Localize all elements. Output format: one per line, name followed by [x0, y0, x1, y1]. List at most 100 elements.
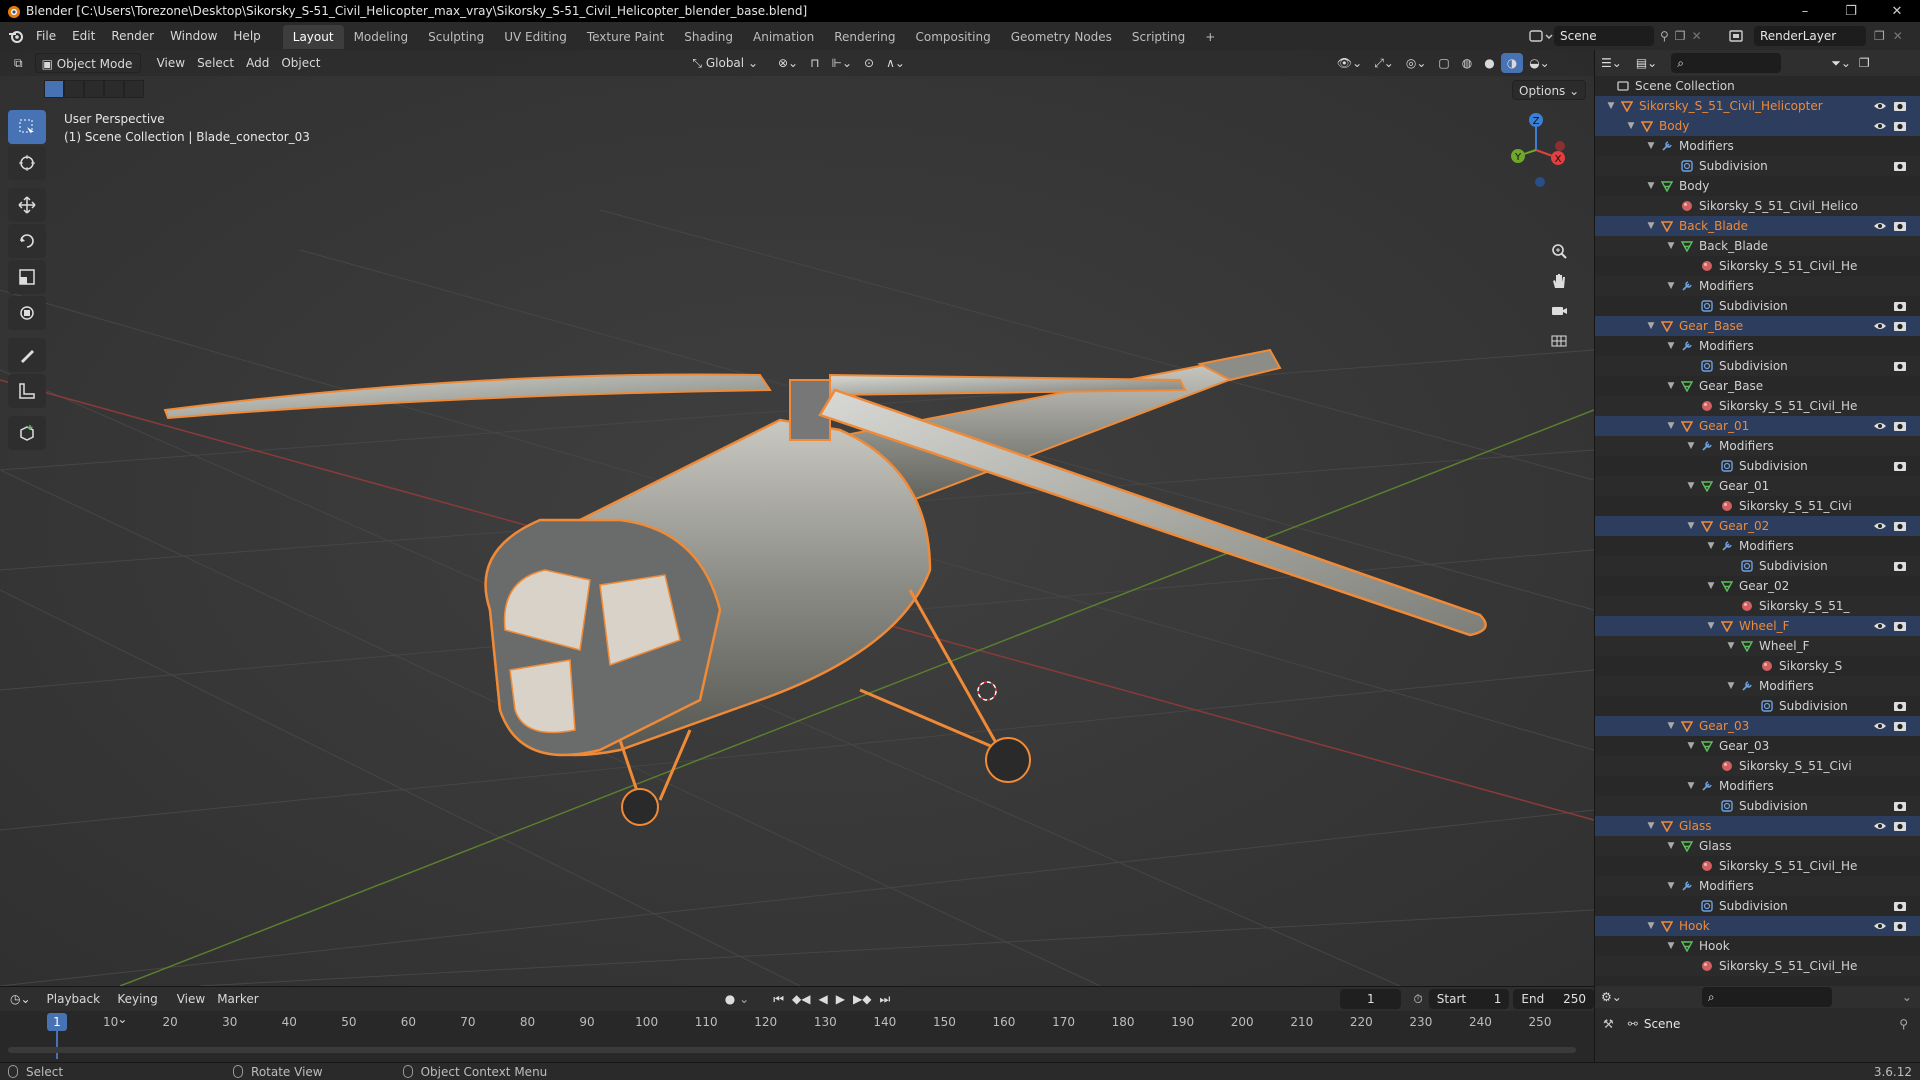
- gizmo-neg-z-icon[interactable]: [1535, 177, 1545, 187]
- pin-icon[interactable]: ⚲: [1899, 1017, 1908, 1031]
- outliner-row[interactable]: ▼ Gear_02: [1595, 516, 1920, 536]
- expand-arrow-icon[interactable]: ▼: [1705, 576, 1717, 596]
- render-camera-icon[interactable]: [1893, 559, 1907, 573]
- render-camera-icon[interactable]: [1893, 359, 1907, 373]
- select-subtract-icon[interactable]: [84, 80, 104, 98]
- transform-orientation[interactable]: ⤡ Global ⌄: [686, 53, 764, 73]
- navigation-gizmo[interactable]: Z X Y: [1496, 110, 1576, 190]
- scale-tool-icon[interactable]: [8, 260, 46, 294]
- 3d-viewport[interactable]: ⧉ ▣ Object Mode ⌄ View Select Add Object…: [0, 50, 1594, 986]
- outliner-row[interactable]: Sikorsky_S: [1595, 656, 1920, 676]
- render-camera-icon[interactable]: [1893, 299, 1907, 313]
- eye-icon[interactable]: [1873, 219, 1887, 233]
- eye-icon[interactable]: [1873, 719, 1887, 733]
- outliner-row[interactable]: Sikorsky_S_51_: [1595, 596, 1920, 616]
- outliner-row[interactable]: Subdivision: [1595, 696, 1920, 716]
- menu-marker[interactable]: Marker: [211, 989, 264, 1009]
- tab-modeling[interactable]: Modeling: [344, 25, 419, 49]
- start-frame-field[interactable]: Start 1: [1428, 989, 1510, 1009]
- outliner-row[interactable]: ▼ Glass: [1595, 816, 1920, 836]
- render-camera-icon[interactable]: [1893, 159, 1907, 173]
- outliner-row[interactable]: ▼ Back_Blade: [1595, 216, 1920, 236]
- filter-icon[interactable]: ⏷⌄: [1831, 56, 1851, 71]
- wireframe-shading-icon[interactable]: ◍: [1456, 53, 1478, 73]
- menu-select[interactable]: Select: [191, 53, 240, 73]
- outliner-row[interactable]: Sikorsky_S_51_Civil_He: [1595, 956, 1920, 976]
- outliner-row[interactable]: Sikorsky_S_51_Civil_He: [1595, 856, 1920, 876]
- expand-arrow-icon[interactable]: ▼: [1685, 516, 1697, 536]
- tab-geometry-nodes[interactable]: Geometry Nodes: [1001, 25, 1122, 49]
- expand-arrow-icon[interactable]: ▼: [1665, 336, 1677, 356]
- select-invert-icon[interactable]: [104, 80, 124, 98]
- options-dropdown[interactable]: Options ⌄: [1512, 80, 1587, 100]
- camera-view-icon[interactable]: [1544, 296, 1574, 326]
- expand-arrow-icon[interactable]: ▼: [1645, 176, 1657, 196]
- outliner-row[interactable]: ▼ Gear_02: [1595, 576, 1920, 596]
- tab-scripting[interactable]: Scripting: [1122, 25, 1195, 49]
- mode-dropdown[interactable]: ▣ Object Mode ⌄: [34, 53, 141, 91]
- display-mode-icon[interactable]: ▤⌄: [1636, 56, 1657, 70]
- expand-arrow-icon[interactable]: ▼: [1665, 716, 1677, 736]
- minimize-button[interactable]: –: [1782, 0, 1828, 22]
- render-camera-icon[interactable]: [1893, 519, 1907, 533]
- outliner-row[interactable]: ▼ Hook: [1595, 936, 1920, 956]
- outliner-row[interactable]: ▼ Wheel_F: [1595, 636, 1920, 656]
- outliner-row[interactable]: Subdivision: [1595, 896, 1920, 916]
- expand-arrow-icon[interactable]: ▼: [1665, 876, 1677, 896]
- rotate-tool-icon[interactable]: [8, 224, 46, 258]
- eye-icon[interactable]: [1873, 619, 1887, 633]
- expand-arrow-icon[interactable]: ▼: [1665, 236, 1677, 256]
- render-camera-icon[interactable]: [1893, 99, 1907, 113]
- render-camera-icon[interactable]: [1893, 899, 1907, 913]
- outliner-row[interactable]: ▼ Back_Blade: [1595, 236, 1920, 256]
- expand-arrow-icon[interactable]: ▼: [1665, 276, 1677, 296]
- menu-edit[interactable]: Edit: [64, 22, 103, 50]
- render-camera-icon[interactable]: [1893, 459, 1907, 473]
- new-collection-icon[interactable]: ❐: [1859, 56, 1870, 70]
- front-wheel[interactable]: [621, 788, 659, 826]
- outliner-row[interactable]: Subdivision: [1595, 456, 1920, 476]
- outliner-row[interactable]: Subdivision: [1595, 796, 1920, 816]
- menu-render[interactable]: Render: [103, 22, 162, 50]
- xray-icon[interactable]: ▢: [1432, 53, 1455, 73]
- timeline-editor-icon[interactable]: ◷⌄: [10, 992, 31, 1006]
- eye-icon[interactable]: [1873, 99, 1887, 113]
- expand-arrow-icon[interactable]: ▼: [1605, 96, 1617, 116]
- pivot-point-icon[interactable]: ⊗⌄: [772, 53, 804, 73]
- expand-arrow-icon[interactable]: ▼: [1705, 616, 1717, 636]
- perspective-toggle-icon[interactable]: [1544, 326, 1574, 356]
- new-scene-icon[interactable]: ❐: [1675, 29, 1686, 43]
- outliner-row[interactable]: ▼ Modifiers: [1595, 676, 1920, 696]
- eye-icon[interactable]: [1873, 919, 1887, 933]
- menu-help[interactable]: Help: [225, 22, 268, 50]
- tab-animation[interactable]: Animation: [743, 25, 824, 49]
- overlays-icon[interactable]: ◎⌄: [1400, 53, 1433, 73]
- stopwatch-icon[interactable]: ⏱: [1413, 992, 1422, 1007]
- eye-icon[interactable]: [1873, 819, 1887, 833]
- expand-arrow-icon[interactable]: ▼: [1665, 416, 1677, 436]
- menu-object[interactable]: Object: [275, 53, 326, 73]
- rear-wheel[interactable]: [985, 737, 1031, 783]
- outliner-row[interactable]: ▼ Modifiers: [1595, 276, 1920, 296]
- expand-arrow-icon[interactable]: ▼: [1725, 676, 1737, 696]
- outliner-row[interactable]: Sikorsky_S_51_Civil_Helico: [1595, 196, 1920, 216]
- tab-uv-editing[interactable]: UV Editing: [494, 25, 577, 49]
- close-button[interactable]: ✕: [1874, 0, 1920, 22]
- outliner-row[interactable]: Sikorsky_S_51_Civi: [1595, 756, 1920, 776]
- expand-arrow-icon[interactable]: ▼: [1705, 536, 1717, 556]
- render-layer-name[interactable]: RenderLayer: [1754, 26, 1866, 46]
- menu-playback[interactable]: Playback ⌄: [41, 989, 112, 1026]
- outliner-row[interactable]: ▼ Sikorsky_S_51_Civil_Helicopter: [1595, 96, 1920, 116]
- tab-shading[interactable]: Shading: [674, 25, 743, 49]
- delete-layer-icon[interactable]: ✕: [1893, 29, 1903, 43]
- next-keyframe-icon[interactable]: ▶◆: [853, 992, 871, 1006]
- outliner-row[interactable]: ▼ Glass: [1595, 836, 1920, 856]
- outliner-row[interactable]: Subdivision: [1595, 156, 1920, 176]
- outliner-row[interactable]: ▼ Hook: [1595, 916, 1920, 936]
- material-shading-icon[interactable]: ◑: [1500, 53, 1524, 73]
- select-intersect-icon[interactable]: [124, 80, 144, 98]
- render-camera-icon[interactable]: [1893, 319, 1907, 333]
- zoom-icon[interactable]: [1544, 236, 1574, 266]
- eye-icon[interactable]: [1873, 419, 1887, 433]
- chevron-down-icon[interactable]: ⌄: [1902, 990, 1912, 1004]
